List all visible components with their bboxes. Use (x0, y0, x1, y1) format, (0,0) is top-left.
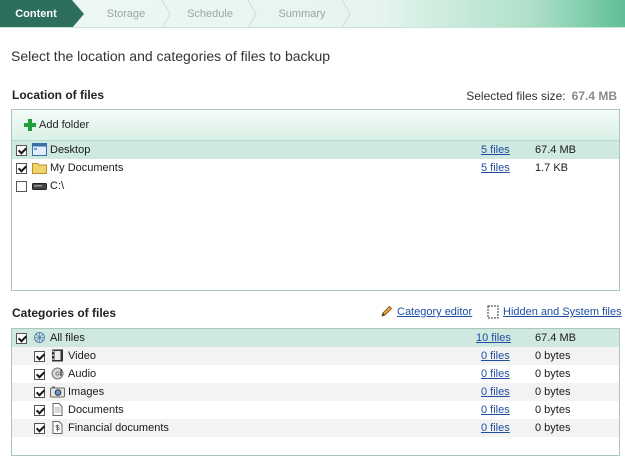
checkbox[interactable] (16, 162, 27, 174)
location-panel: Add folder Desktop 5 files 67.4 MB My Do… (11, 109, 620, 291)
audio-icon (51, 367, 64, 380)
hidden-system-files-link[interactable]: Hidden and System files (503, 306, 622, 318)
wizard-steps: Content Storage Schedule Summary (0, 0, 625, 28)
file-size: 0 bytes (535, 368, 571, 380)
files-link[interactable]: 5 files (481, 162, 510, 174)
location-title: Location of files (12, 88, 105, 102)
checkbox[interactable] (34, 368, 45, 380)
checkbox[interactable] (16, 144, 27, 156)
location-row-desktop[interactable]: Desktop 5 files 67.4 MB (12, 141, 619, 159)
category-row-audio[interactable]: Audio 0 files 0 bytes (12, 365, 619, 383)
files-link[interactable]: 0 files (481, 404, 510, 416)
file-size: 0 bytes (535, 386, 571, 398)
file-size: 0 bytes (535, 404, 571, 416)
category-name: Financial documents (68, 422, 169, 434)
drive-icon (32, 183, 47, 190)
add-folder-label: Add folder (39, 119, 90, 131)
all-files-icon (34, 332, 45, 343)
category-name: Documents (68, 404, 124, 416)
camera-icon (50, 386, 65, 398)
files-link[interactable]: 0 files (481, 368, 510, 380)
category-name: Audio (68, 368, 97, 380)
page-heading: Select the location and categories of fi… (11, 48, 331, 64)
checkbox[interactable] (34, 404, 45, 416)
file-size: 67.4 MB (535, 144, 576, 156)
plus-icon (24, 119, 36, 131)
category-row-video[interactable]: Video 0 files 0 bytes (12, 347, 619, 365)
selected-size-label: Selected files size: (466, 89, 566, 103)
hidden-file-icon (487, 305, 499, 319)
step-arrow (72, 0, 84, 28)
folder-icon (32, 163, 47, 174)
files-link[interactable]: 5 files (481, 144, 510, 156)
add-folder-button[interactable]: Add folder (24, 119, 89, 131)
location-name: C:\ (50, 180, 65, 192)
files-link[interactable]: 10 files (476, 332, 511, 344)
pencil-icon (381, 305, 393, 317)
desktop-icon (32, 143, 47, 156)
step-schedule[interactable]: Schedule (170, 0, 250, 28)
selected-size: Selected files size: 67.4 MB (466, 89, 617, 103)
checkbox[interactable] (16, 332, 27, 344)
selected-size-value: 67.4 MB (571, 89, 617, 103)
categories-title: Categories of files (12, 306, 117, 320)
file-size: 0 bytes (535, 350, 571, 362)
step-content[interactable]: Content (0, 0, 72, 28)
category-name: All files (50, 332, 85, 344)
category-row-images[interactable]: Images 0 files 0 bytes (12, 383, 619, 401)
financial-document-icon (52, 421, 63, 434)
category-row-documents[interactable]: Documents 0 files 0 bytes (12, 401, 619, 419)
step-storage[interactable]: Storage (84, 0, 168, 28)
files-link[interactable]: 0 files (481, 422, 510, 434)
checkbox[interactable] (34, 386, 45, 398)
checkbox[interactable] (16, 180, 27, 192)
categories-panel: All files 10 files 67.4 MB Video 0 files… (11, 328, 620, 456)
document-icon (52, 403, 63, 416)
category-name: Images (68, 386, 105, 398)
checkbox[interactable] (34, 422, 45, 434)
location-row-my-documents[interactable]: My Documents 5 files 1.7 KB (12, 159, 619, 177)
location-name: My Documents (50, 162, 124, 174)
category-editor-link[interactable]: Category editor (397, 306, 472, 318)
files-link[interactable]: 0 files (481, 350, 510, 362)
file-size: 67.4 MB (535, 332, 576, 344)
category-row-all-files[interactable]: All files 10 files 67.4 MB (12, 329, 619, 347)
video-icon (52, 349, 63, 362)
step-summary[interactable]: Summary (260, 0, 344, 28)
location-toolbar: Add folder (12, 110, 619, 141)
files-link[interactable]: 0 files (481, 386, 510, 398)
category-row-financial-documents[interactable]: Financial documents 0 files 0 bytes (12, 419, 619, 437)
location-row-c-drive[interactable]: C:\ (12, 177, 619, 195)
location-name: Desktop (50, 144, 91, 156)
file-size: 1.7 KB (535, 162, 569, 174)
file-size: 0 bytes (535, 422, 571, 434)
checkbox[interactable] (34, 350, 45, 362)
category-name: Video (68, 350, 96, 362)
